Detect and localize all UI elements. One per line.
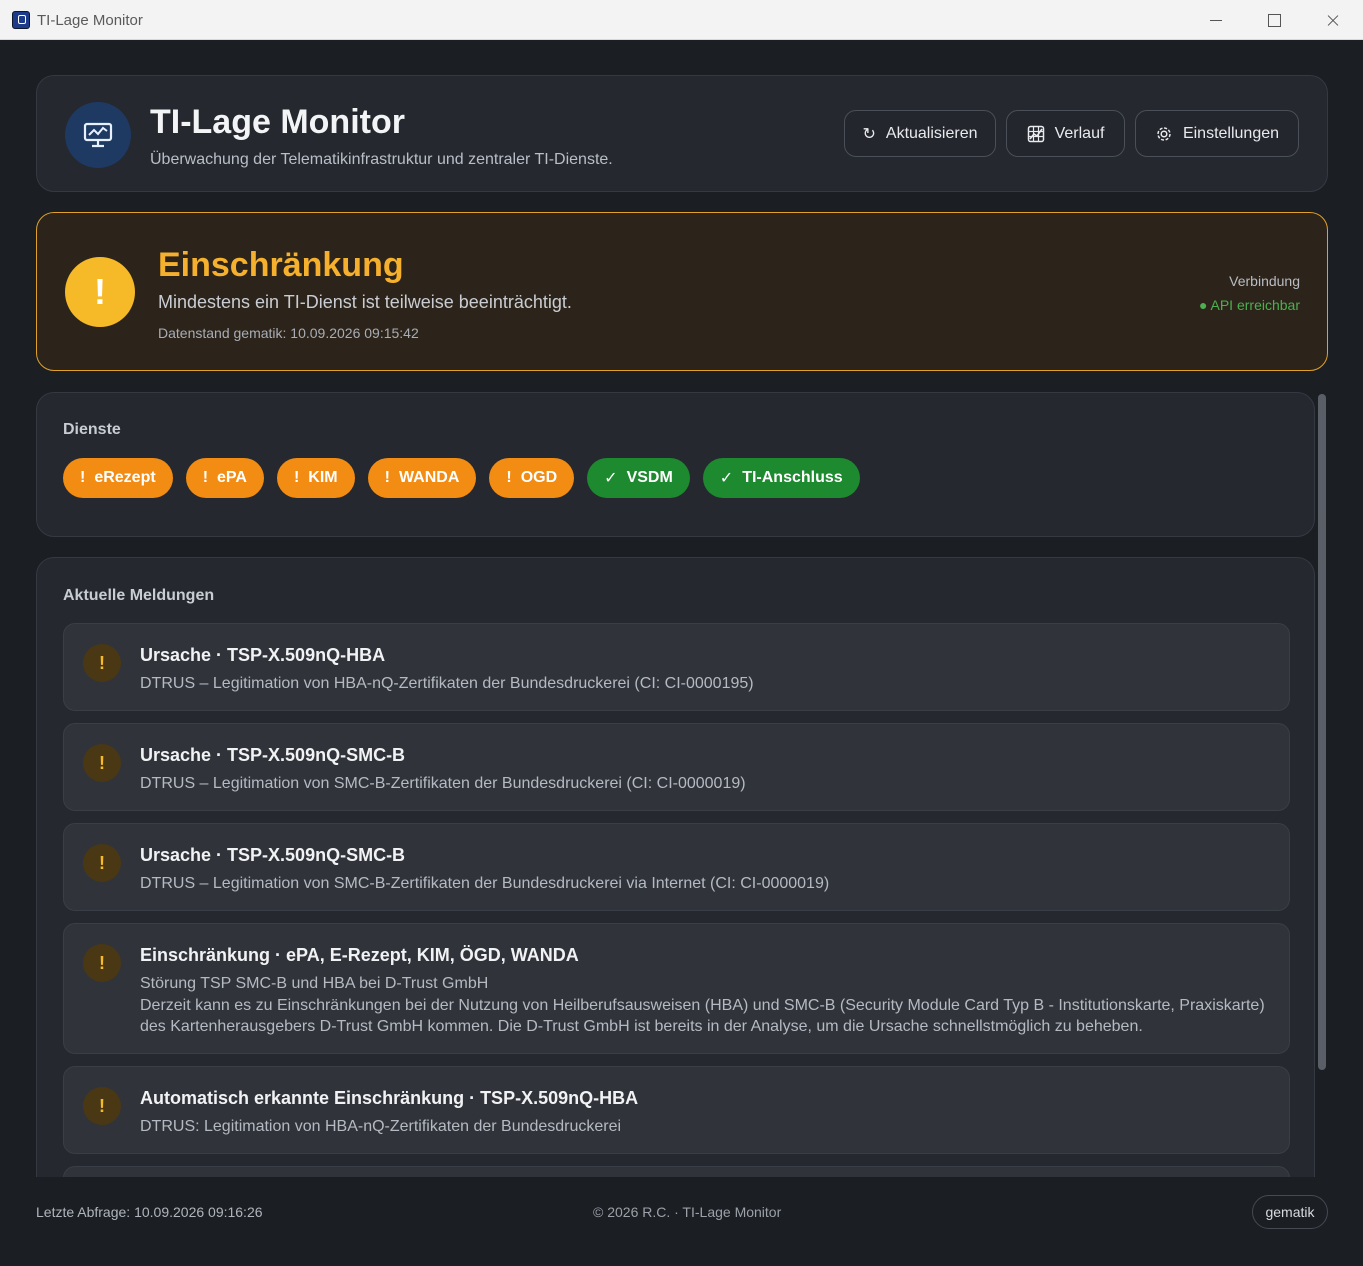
message-title: Einschränkung · ePA, E-Rezept, KIM, ÖGD,… [140, 945, 579, 965]
connection-state: ● API erreichbar [1198, 297, 1300, 313]
window-titlebar: TI-Lage Monitor [0, 0, 1363, 40]
connection-label: Verbindung [1229, 273, 1300, 289]
message-text: DTRUS – Legitimation von SMC-B-Zertifika… [140, 775, 746, 792]
monitor-logo-icon [65, 102, 131, 168]
service-chip-list: ! eRezept ! ePA ! KIM ! WANDA ! OGD ✓ VSDM ✓ TI… [63, 458, 860, 498]
settings-button-label: Einstellungen [1182, 124, 1280, 142]
message-text: DTRUS – Legitimation von HBA-nQ-Zertifik… [140, 675, 754, 692]
refresh-button-label: Aktualisieren [885, 124, 978, 142]
message-item[interactable]: ! Automatisch erkannte Einschränkung · T… [63, 1066, 1290, 1154]
last-query-text: Letzte Abfrage: 10.09.2026 09:16:26 [36, 1204, 263, 1220]
maximize-button[interactable] [1245, 0, 1303, 40]
warning-icon: ! [83, 644, 121, 682]
service-chip-label: WANDA [398, 469, 460, 486]
service-chip-kim[interactable]: ! KIM [276, 458, 355, 498]
service-chip-epa[interactable]: ! ePA [185, 458, 264, 498]
warning-icon: ! [83, 944, 121, 982]
message-title: Ursache · TSP-X.509nQ-SMC-B [140, 745, 406, 765]
warning-icon: ! [83, 744, 121, 782]
header-card: TI-Lage Monitor Überwachung der Telemati… [36, 75, 1328, 192]
service-chip-label: eRezept [94, 469, 156, 486]
status-data-date: Datenstand gematik: 10.09.2026 09:15:42 [158, 325, 419, 341]
service-chip-wanda[interactable]: ! WANDA [367, 458, 477, 498]
status-banner: ! Einschränkung Mindestens ein TI-Dienst… [36, 212, 1328, 371]
status-title: Einschränkung [158, 246, 404, 284]
page-subtitle: Überwachung der Telematikinfrastruktur u… [150, 151, 613, 168]
message-title: Automatisch erkannte Einschränkung · TSP… [140, 1088, 639, 1108]
message-text: Störung TSP SMC-B und HBA bei D-Trust Gm… [140, 973, 1270, 1038]
minimize-button[interactable] [1187, 0, 1245, 40]
warning-icon: ! [384, 469, 390, 486]
messages-card: Aktuelle Meldungen ! Ursache · TSP-X.509… [36, 557, 1315, 1177]
window-title: TI-Lage Monitor [37, 12, 143, 29]
page-title: TI-Lage Monitor [150, 103, 405, 141]
gear-icon [1155, 125, 1173, 143]
warning-icon: ! [202, 469, 209, 486]
message-item[interactable]: ! Ursache · TSP-X.509nQ-HBA DTRUS – Legi… [63, 623, 1290, 711]
services-title: Dienste [63, 421, 121, 438]
service-chip-label: VSDM [626, 469, 673, 486]
message-text: DTRUS: Legitimation von HBA-nQ-Zertifika… [140, 1118, 622, 1135]
history-button[interactable]: Verlauf [1006, 110, 1125, 157]
service-chip-erezept[interactable]: ! eRezept [63, 458, 173, 498]
warning-icon: ! [65, 257, 135, 327]
settings-button[interactable]: Einstellungen [1135, 110, 1299, 157]
warning-icon: ! [293, 469, 300, 486]
service-chip-label: KIM [308, 469, 338, 486]
status-description: Mindestens ein TI-Dienst ist teilweise b… [158, 292, 572, 312]
gematik-badge[interactable]: gematik [1252, 1195, 1328, 1229]
message-line: Störung TSP SMC-B und HBA bei D-Trust Gm… [140, 975, 489, 992]
warning-icon: ! [80, 469, 86, 486]
message-item[interactable]: ! Einschränkung · ePA, E-Rezept, KIM, ÖG… [63, 923, 1290, 1054]
service-chip-ogd[interactable]: ! OGD [489, 458, 575, 498]
history-button-label: Verlauf [1054, 124, 1105, 142]
refresh-button[interactable]: ↻ Aktualisieren [844, 110, 996, 157]
copyright-text: © 2026 R.C. · TI-Lage Monitor [593, 1204, 782, 1220]
message-text: DTRUS – Legitimation von SMC-B-Zertifika… [140, 875, 830, 892]
message-title: Ursache · TSP-X.509nQ-HBA [140, 645, 386, 665]
service-chip-ti-anschluss[interactable]: ✓ TI-Anschluss [702, 458, 860, 498]
service-chip-label: ePA [217, 469, 247, 486]
service-chip-label: OGD [520, 469, 558, 486]
checkmark-icon: ✓ [719, 470, 734, 487]
close-button[interactable] [1303, 0, 1361, 40]
refresh-icon: ↻ [862, 125, 876, 143]
messages-title: Aktuelle Meldungen [63, 587, 215, 604]
message-title: Ursache · TSP-X.509nQ-SMC-B [140, 845, 406, 865]
warning-icon: ! [506, 469, 512, 486]
warning-icon: ! [83, 1087, 121, 1125]
warning-icon: ! [83, 844, 121, 882]
message-item[interactable]: ! Ursache · TSP-X.509nQ-SMC-B DTRUS – Le… [63, 823, 1290, 911]
message-line: Derzeit kann es zu Einschränkungen bei d… [140, 996, 1265, 1036]
message-item[interactable] [63, 1166, 1290, 1177]
services-card: Dienste ! eRezept ! ePA ! KIM ! WANDA ! OGD ✓… [36, 392, 1315, 537]
app-icon [12, 11, 30, 29]
chart-history-icon [1027, 125, 1045, 143]
message-item[interactable]: ! Ursache · TSP-X.509nQ-SMC-B DTRUS – Le… [63, 723, 1290, 811]
scrollbar[interactable] [1318, 394, 1326, 1070]
service-chip-label: TI-Anschluss [742, 469, 843, 486]
checkmark-icon: ✓ [604, 470, 618, 487]
service-chip-vsdm[interactable]: ✓ VSDM [587, 458, 690, 498]
